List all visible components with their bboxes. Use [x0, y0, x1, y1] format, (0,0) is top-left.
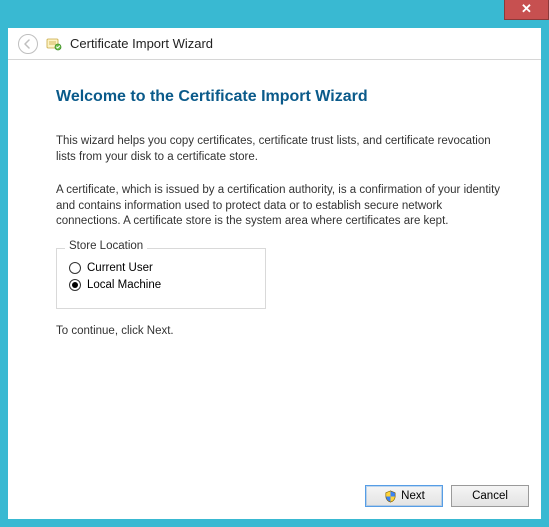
next-button[interactable]: Next [365, 485, 443, 507]
certificate-icon [46, 36, 62, 52]
button-bar: Next Cancel [365, 485, 529, 507]
next-button-label: Next [401, 490, 425, 502]
radio-label: Local Machine [87, 279, 161, 291]
radio-icon [69, 279, 81, 291]
description-text: A certificate, which is issued by a cert… [56, 183, 501, 230]
close-button[interactable]: ✕ [504, 0, 549, 20]
radio-current-user[interactable]: Current User [69, 262, 253, 274]
page-heading: Welcome to the Certificate Import Wizard [56, 88, 501, 106]
uac-shield-icon [383, 489, 397, 503]
back-arrow-icon [23, 39, 33, 49]
intro-text: This wizard helps you copy certificates,… [56, 134, 501, 165]
back-button [18, 34, 38, 54]
radio-icon [69, 262, 81, 274]
titlebar: ✕ [8, 0, 541, 28]
window-frame: ✕ Certificate Import Wizard Welcome to t… [0, 0, 549, 527]
close-icon: ✕ [521, 1, 532, 16]
store-location-group: Store Location Current User Local Machin… [56, 248, 266, 309]
continue-hint: To continue, click Next. [56, 325, 501, 337]
wizard-header: Certificate Import Wizard [8, 28, 541, 60]
wizard-title: Certificate Import Wizard [70, 36, 213, 51]
cancel-button[interactable]: Cancel [451, 485, 529, 507]
radio-local-machine[interactable]: Local Machine [69, 279, 253, 291]
cancel-button-label: Cancel [472, 490, 508, 502]
store-location-legend: Store Location [65, 240, 147, 252]
radio-label: Current User [87, 262, 153, 274]
wizard-body: Welcome to the Certificate Import Wizard… [8, 60, 541, 519]
